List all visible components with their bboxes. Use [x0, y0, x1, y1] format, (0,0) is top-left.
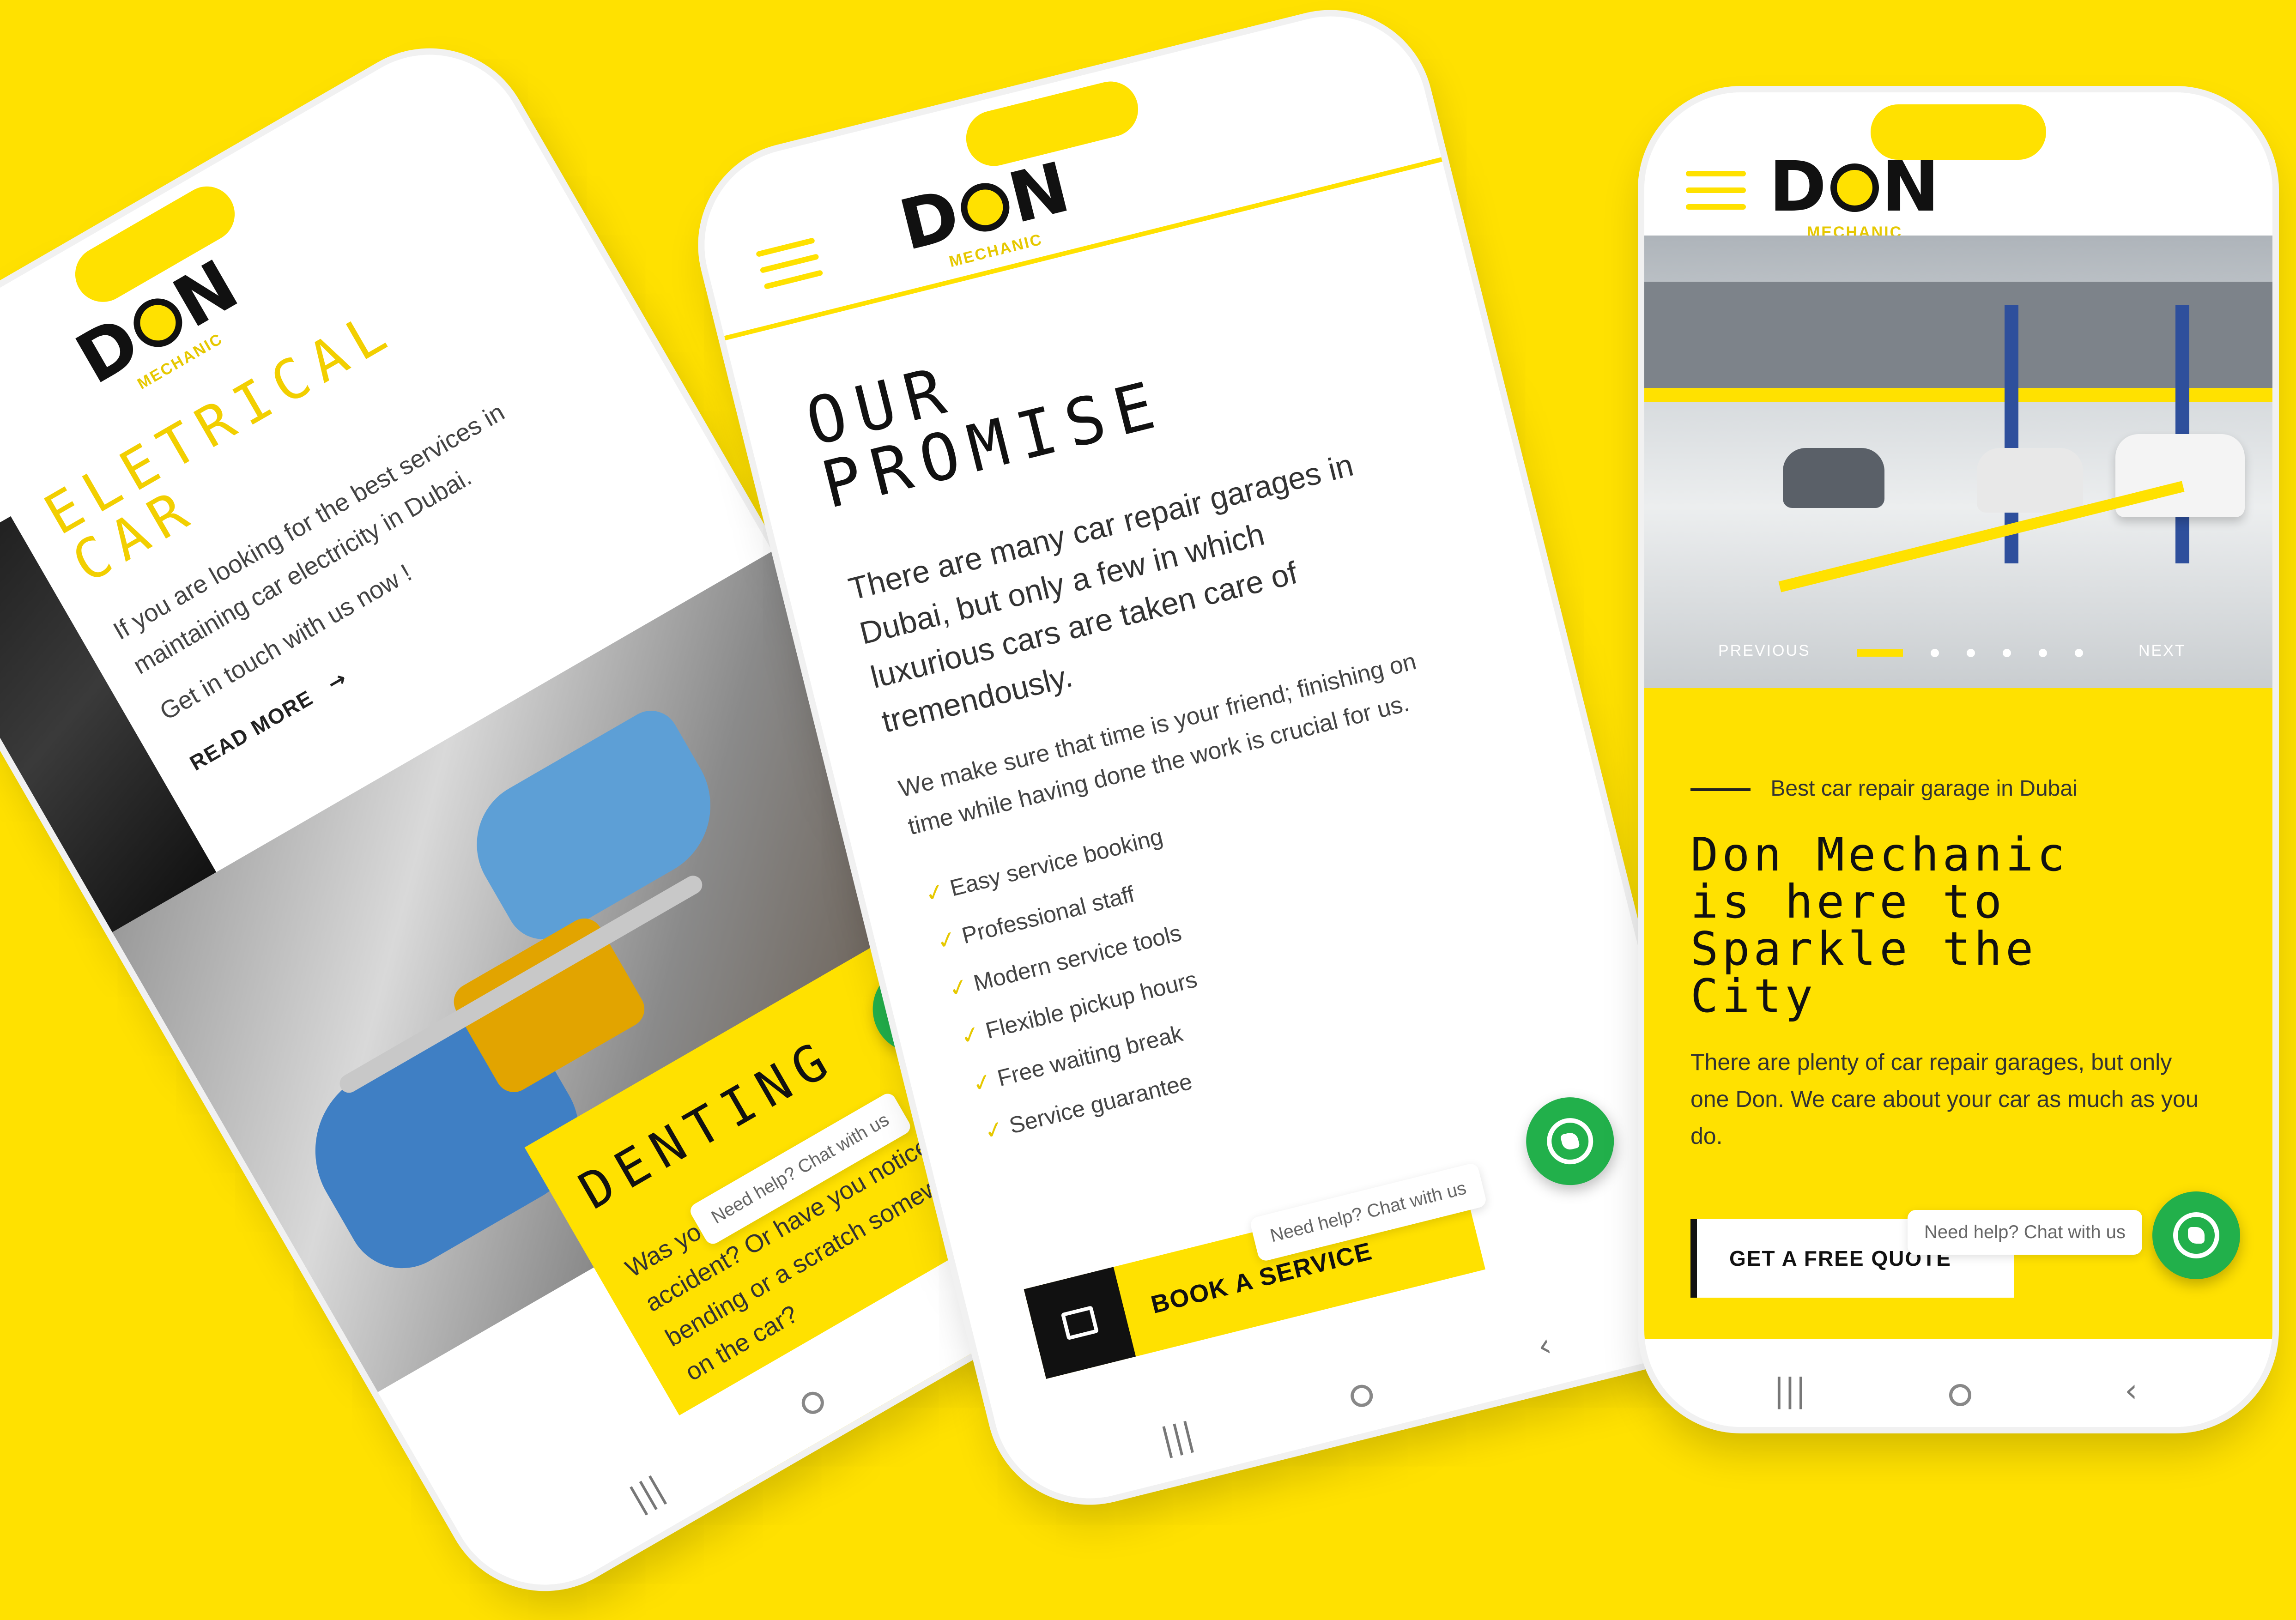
car-shape: [1783, 448, 1884, 508]
logo-gear-icon: [955, 178, 1015, 237]
hamburger-menu-icon[interactable]: [755, 237, 824, 292]
car-shape: [1977, 448, 2083, 513]
slider-dot-active[interactable]: [1857, 649, 1903, 657]
slider-dot[interactable]: [2003, 649, 2011, 657]
slider-dot[interactable]: [2075, 649, 2083, 657]
back-icon[interactable]: ‹: [1533, 1326, 1555, 1366]
slider-dot[interactable]: [1931, 649, 1939, 657]
calendar-icon: [1024, 1267, 1136, 1379]
slider-prev-button[interactable]: PREVIOUS: [1718, 642, 1811, 660]
hamburger-menu-icon[interactable]: [1686, 171, 1746, 212]
tagline-rule: [1690, 788, 1751, 792]
brand-logo[interactable]: DN MECHANIC: [892, 147, 1081, 280]
phone-notch: [1871, 104, 2046, 160]
home-icon[interactable]: [794, 1381, 832, 1425]
chat-help-tooltip: Need help? Chat with us: [1908, 1210, 2142, 1255]
slider-next-button[interactable]: NEXT: [2138, 642, 2186, 660]
car-shape: [2115, 434, 2245, 517]
hero-slider: PREVIOUS NEXT: [1644, 236, 2272, 688]
whatsapp-chat-button[interactable]: [1517, 1088, 1624, 1195]
recent-apps-icon[interactable]: |||: [1157, 1414, 1198, 1459]
logo-gear-icon: [1830, 163, 1879, 212]
slider-dot[interactable]: [2039, 649, 2047, 657]
brand-logo[interactable]: DN MECHANIC: [1769, 152, 1940, 242]
phone-mockup-home: DN MECHANIC PREVIOUS NEXT Best car repai…: [1644, 92, 2272, 1427]
promise-section: OUR PROMISE There are many car repair ga…: [799, 242, 1599, 1167]
android-nav-bar: ||| ‹: [1644, 1339, 2272, 1427]
arrow-right-icon: →: [323, 665, 352, 696]
hero-headline: Don Mechanic is here to Sparkle the City: [1690, 828, 2069, 1023]
home-icon[interactable]: [1346, 1375, 1377, 1417]
blue-glove-shape: [453, 701, 738, 953]
slider-dot[interactable]: [1967, 649, 1975, 657]
hero-tagline: Best car repair garage in Dubai: [1690, 776, 2078, 801]
recent-apps-icon[interactable]: |||: [1774, 1372, 1806, 1409]
slider-dots: [1857, 649, 2083, 657]
hero-description: There are plenty of car repair garages, …: [1690, 1049, 2199, 1149]
canvas: { "logo": { "word_left": "D", "word_righ…: [0, 0, 2296, 1620]
recent-apps-icon[interactable]: |||: [624, 1469, 671, 1517]
phone-screen: DN MECHANIC PREVIOUS NEXT Best car repai…: [1644, 92, 2272, 1427]
back-icon[interactable]: ‹: [2125, 1372, 2138, 1409]
whatsapp-chat-button[interactable]: [2152, 1191, 2240, 1279]
home-icon[interactable]: [1949, 1376, 1971, 1414]
